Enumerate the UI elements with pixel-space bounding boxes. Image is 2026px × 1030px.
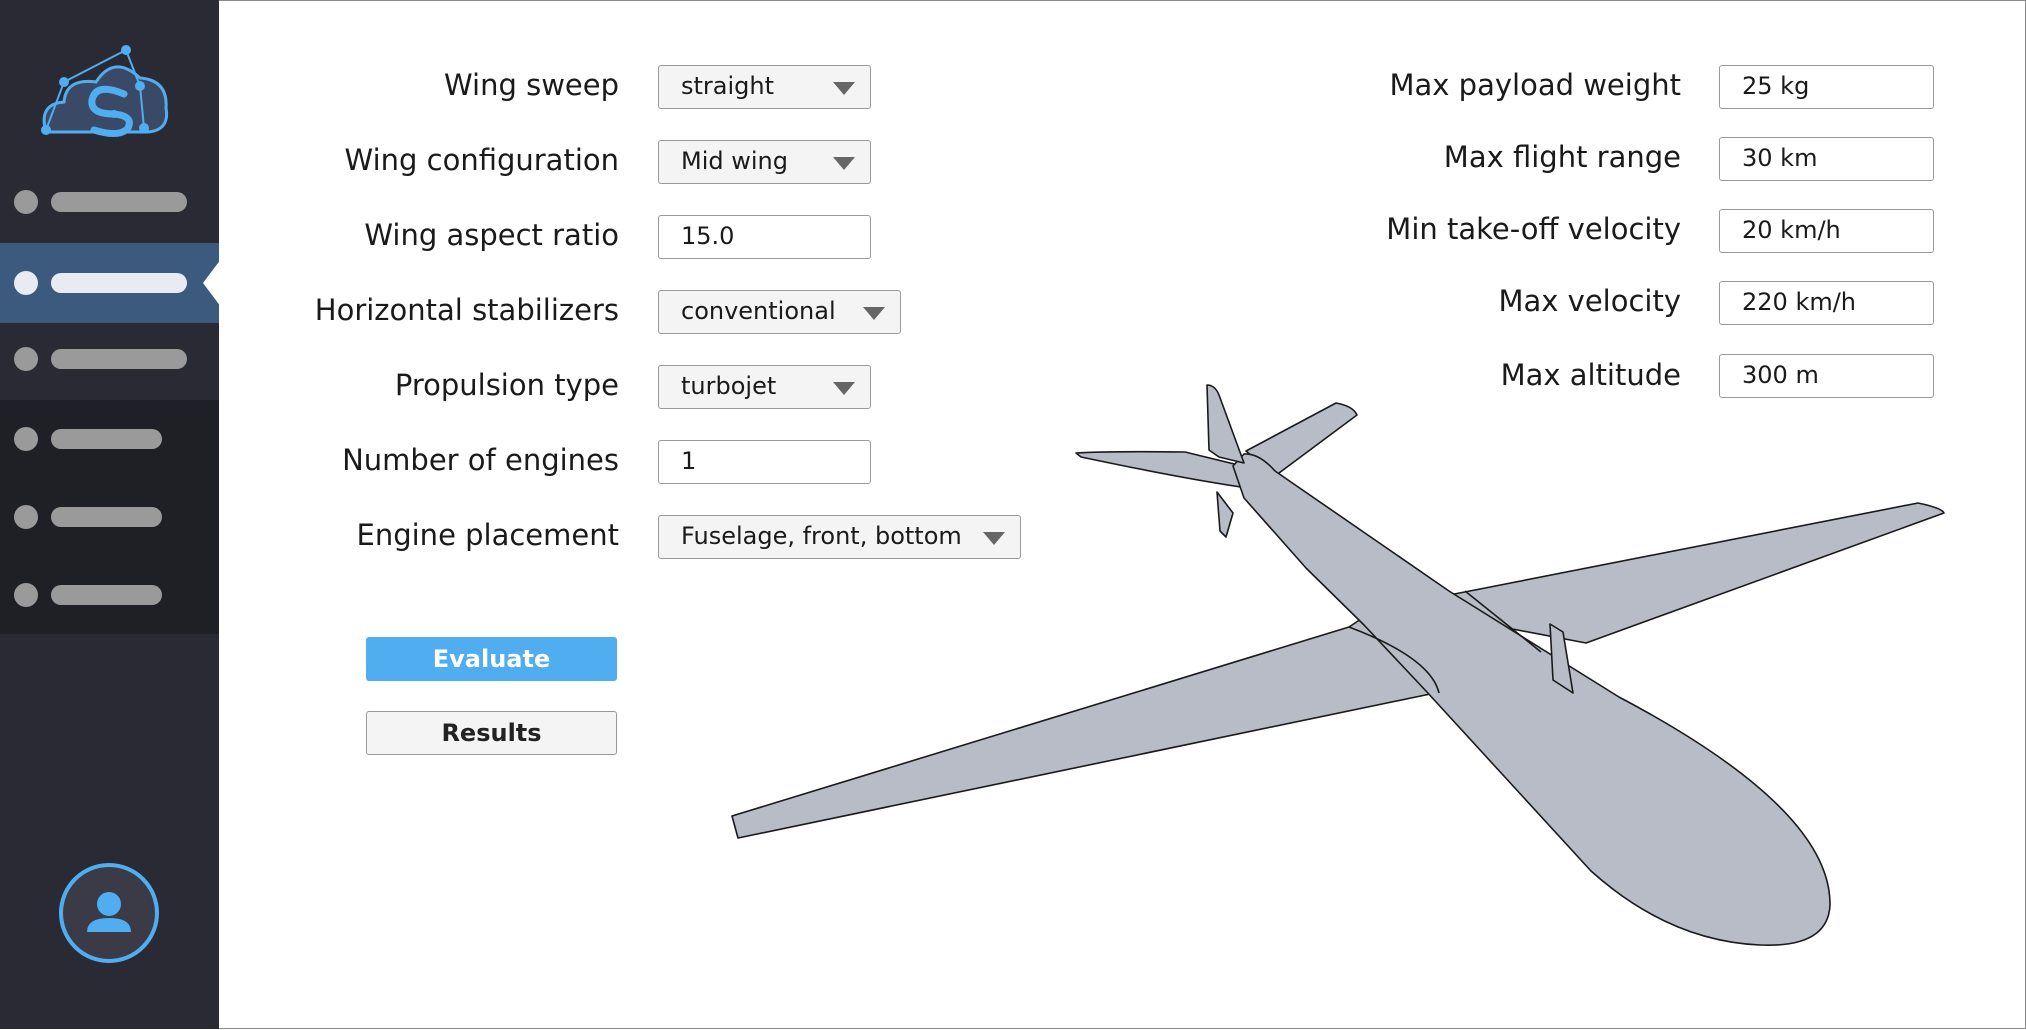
nav-dot-icon xyxy=(14,190,38,214)
results-button[interactable]: Results xyxy=(366,711,617,755)
wing-configuration-value: Mid wing xyxy=(681,147,788,175)
wing-aspect-ratio-label: Wing aspect ratio xyxy=(364,218,619,252)
ventral-fin xyxy=(1216,491,1234,538)
number-of-engines-input[interactable]: 1 xyxy=(658,440,871,484)
max-payload-weight-input[interactable]: 25 kg xyxy=(1719,65,1934,109)
nav-dot-icon xyxy=(14,505,38,529)
sidebar-item-6[interactable] xyxy=(0,575,219,615)
nav-placeholder-label xyxy=(51,349,187,369)
min-takeoff-velocity-label: Min take-off velocity xyxy=(1386,212,1681,246)
max-velocity-label: Max velocity xyxy=(1498,284,1681,318)
propulsion-type-select[interactable]: turbojet xyxy=(658,365,871,409)
nav-placeholder-label xyxy=(51,507,162,527)
chevron-down-icon xyxy=(833,382,855,395)
sidebar xyxy=(0,0,221,1029)
propulsion-type-label: Propulsion type xyxy=(394,368,619,402)
sidebar-item-5[interactable] xyxy=(0,497,219,537)
nav-dot-icon xyxy=(14,271,38,295)
wing-sweep-value: straight xyxy=(681,72,775,100)
nav-placeholder-label xyxy=(51,429,162,449)
max-flight-range-input[interactable]: 30 km xyxy=(1719,137,1934,181)
sidebar-item-2-active[interactable] xyxy=(0,243,219,323)
main-panel: Wing sweep straight Wing configuration M… xyxy=(219,0,2026,1029)
wing-aspect-ratio-input[interactable]: 15.0 xyxy=(658,215,871,259)
max-altitude-input[interactable]: 300 m xyxy=(1719,354,1934,398)
right-wing xyxy=(1433,502,1945,644)
chevron-down-icon xyxy=(833,82,855,95)
max-payload-weight-label: Max payload weight xyxy=(1389,68,1682,102)
nav-dot-icon xyxy=(14,583,38,607)
horizontal-stabilizers-label: Horizontal stabilizers xyxy=(314,293,619,327)
chevron-down-icon xyxy=(983,532,1005,545)
sidebar-item-3[interactable] xyxy=(0,323,219,400)
number-of-engines-label: Number of engines xyxy=(342,443,619,477)
propulsion-type-value: turbojet xyxy=(681,372,777,400)
max-velocity-input[interactable]: 220 km/h xyxy=(1719,281,1934,325)
min-takeoff-velocity-input[interactable]: 20 km/h xyxy=(1719,209,1934,253)
nav-placeholder-label xyxy=(51,192,187,212)
sidebar-item-4[interactable] xyxy=(0,419,219,459)
wing-configuration-label: Wing configuration xyxy=(344,143,619,177)
max-altitude-label: Max altitude xyxy=(1500,358,1681,392)
user-avatar-icon[interactable] xyxy=(58,862,160,964)
logo-icon[interactable] xyxy=(36,44,176,139)
wing-configuration-select[interactable]: Mid wing xyxy=(658,140,871,184)
chevron-down-icon xyxy=(863,307,885,320)
nav-dot-icon xyxy=(14,347,38,371)
horizontal-stabilizers-value: conventional xyxy=(681,297,836,325)
chevron-down-icon xyxy=(833,157,855,170)
engine-placement-value: Fuselage, front, bottom xyxy=(681,522,962,550)
sidebar-item-1[interactable] xyxy=(0,182,219,222)
nav-placeholder-label xyxy=(51,273,187,293)
engine-placement-label: Engine placement xyxy=(356,518,619,552)
nav-dot-icon xyxy=(14,427,38,451)
engine-placement-select[interactable]: Fuselage, front, bottom xyxy=(658,515,1021,559)
max-flight-range-label: Max flight range xyxy=(1443,140,1681,174)
wing-sweep-label: Wing sweep xyxy=(444,68,620,102)
evaluate-button[interactable]: Evaluate xyxy=(366,637,617,681)
horizontal-stabilizers-select[interactable]: conventional xyxy=(658,290,901,334)
vertical-fin xyxy=(1206,384,1245,464)
nav-placeholder-label xyxy=(51,585,162,605)
wing-sweep-select[interactable]: straight xyxy=(658,65,871,109)
